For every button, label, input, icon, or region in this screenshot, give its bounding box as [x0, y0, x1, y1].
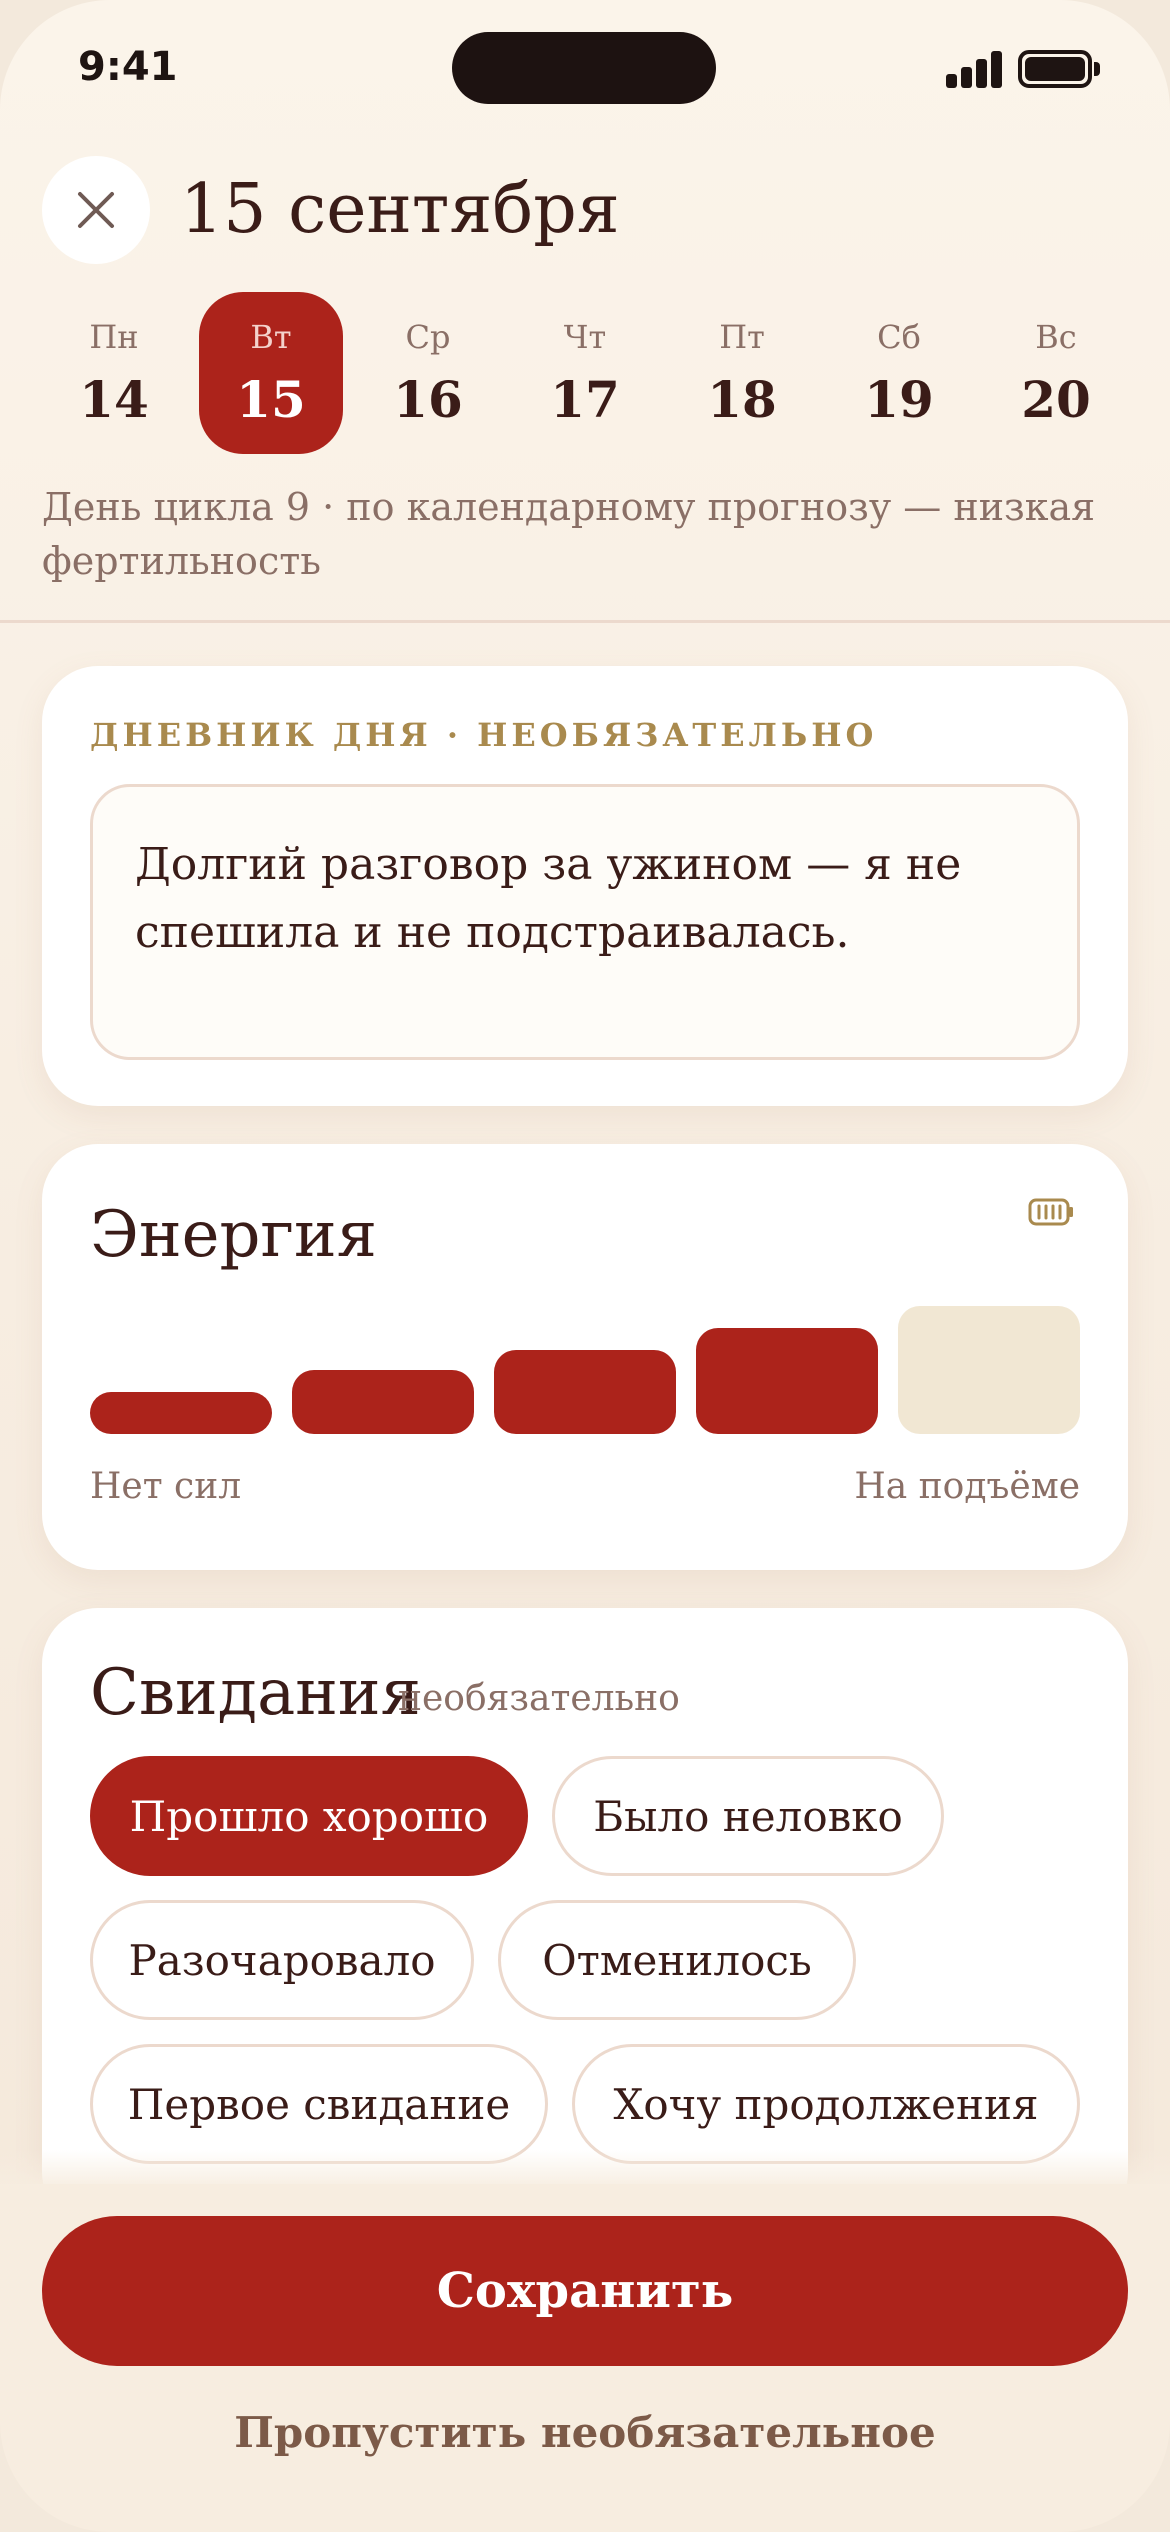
energy-level-5[interactable]	[898, 1306, 1080, 1434]
day-sat[interactable]: Сб 19	[827, 292, 971, 454]
day-name: Пт	[719, 318, 765, 356]
chip-label: Было неловко	[593, 1791, 903, 1841]
day-number: 16	[393, 370, 463, 429]
energy-level-4[interactable]	[696, 1328, 878, 1434]
energy-min-label: Нет сил	[90, 1466, 242, 1507]
journal-eyebrow: ДНЕВНИК ДНЯ · НЕОБЯЗАТЕЛЬНО	[90, 716, 878, 754]
day-name: Чт	[563, 318, 607, 356]
journal-card: ДНЕВНИК ДНЯ · НЕОБЯЗАТЕЛЬНО Долгий разго…	[42, 666, 1128, 1106]
chip-label: Разочаровало	[128, 1935, 436, 1985]
cycle-note: День цикла 9 · по календарному прогнозу …	[42, 485, 1096, 583]
day-number: 17	[550, 370, 620, 429]
chip-label: Первое свидание	[127, 2079, 511, 2129]
dates-card: Свидания необязательно Прошло хорошо Был…	[42, 1608, 1128, 2228]
chip-label: Отменилось	[542, 1935, 812, 1985]
page-title: 15 сентября	[180, 170, 620, 249]
cellular-signal-icon	[946, 50, 1004, 88]
day-name: Вт	[250, 318, 292, 356]
day-wed[interactable]: Ср 16	[356, 292, 500, 454]
status-time: 9:41	[78, 44, 178, 90]
chip-want-more[interactable]: Хочу продолжения	[572, 2044, 1080, 2164]
chip-awkward[interactable]: Было неловко	[552, 1756, 944, 1876]
chip-cancelled[interactable]: Отменилось	[498, 1900, 856, 2020]
day-mon[interactable]: Пн 14	[42, 292, 186, 454]
day-name: Пн	[89, 318, 139, 356]
close-button[interactable]	[42, 156, 150, 264]
journal-textarea[interactable]: Долгий разговор за ужином — я не спешила…	[90, 784, 1080, 1060]
energy-title: Энергия	[90, 1198, 378, 1272]
day-name: Вс	[1035, 318, 1077, 356]
save-button[interactable]: Сохранить	[42, 2216, 1128, 2366]
header-divider	[0, 620, 1170, 623]
energy-level-3[interactable]	[494, 1350, 676, 1434]
battery-icon	[1028, 1198, 1073, 1226]
dates-title: Свидания	[90, 1656, 421, 1730]
day-thu[interactable]: Чт 17	[513, 292, 657, 454]
energy-scale	[90, 1304, 1080, 1434]
day-number: 19	[864, 370, 934, 429]
close-icon	[78, 192, 114, 228]
energy-level-2[interactable]	[292, 1370, 474, 1434]
day-number: 15	[236, 370, 306, 429]
week-strip: Пн 14 Вт 15 Ср 16 Чт 17 Пт 18 Сб 19 Вс 2…	[42, 292, 1128, 454]
chip-label: Хочу продолжения	[613, 2079, 1039, 2129]
day-fri[interactable]: Пт 18	[670, 292, 814, 454]
day-name: Сб	[877, 318, 921, 356]
dynamic-island	[452, 32, 716, 104]
skip-optional-link[interactable]: Пропустить необязательное	[0, 2408, 1170, 2457]
day-number: 18	[707, 370, 777, 429]
day-tue-selected[interactable]: Вт 15	[199, 292, 343, 454]
chip-disappointing[interactable]: Разочаровало	[90, 1900, 474, 2020]
chip-first-date[interactable]: Первое свидание	[90, 2044, 548, 2164]
dates-optional-label: необязательно	[398, 1678, 680, 1719]
energy-card: Энергия Нет сил На подъёме	[42, 1144, 1128, 1570]
app-screen: 9:41 15 сентября Пн 14 Вт 15 Ср 16 Чт 17…	[0, 0, 1170, 2532]
energy-max-label: На подъёме	[854, 1466, 1080, 1507]
chip-label: Прошло хорошо	[129, 1791, 489, 1841]
energy-level-1[interactable]	[90, 1392, 272, 1434]
battery-status-icon	[1018, 50, 1100, 88]
day-number: 14	[79, 370, 149, 429]
bottom-fade	[0, 2150, 1170, 2186]
day-sun[interactable]: Вс 20	[984, 292, 1128, 454]
day-number: 20	[1021, 370, 1091, 429]
chip-went-well[interactable]: Прошло хорошо	[90, 1756, 528, 1876]
day-name: Ср	[405, 318, 451, 356]
